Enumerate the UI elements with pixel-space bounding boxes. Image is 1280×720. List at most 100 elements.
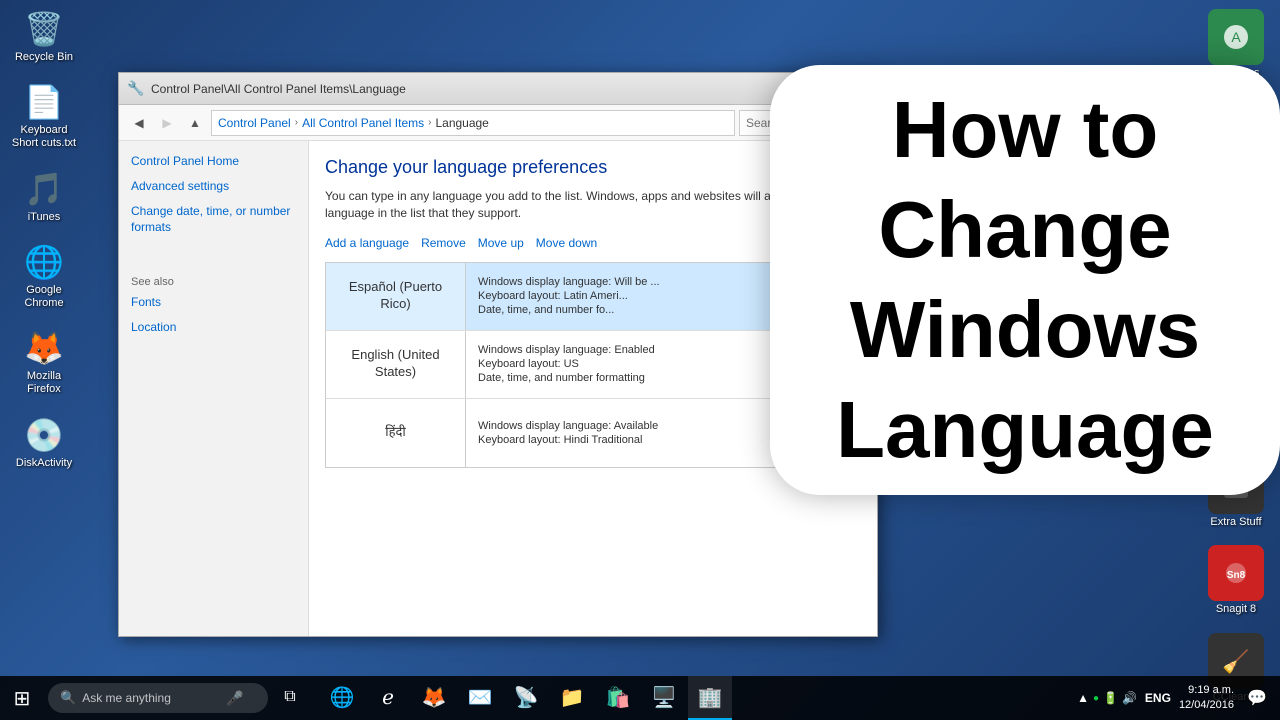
overlay-line-1: How to [872,80,1179,180]
taskbar-right: ▲ ● 🔋 🔊 ENG 9:19 a.m. 12/04/2016 💬 [1077,676,1280,720]
taskbar-pc-button[interactable]: 🖥️ [642,676,686,720]
window-title: Control Panel\All Control Panel Items\La… [151,82,787,96]
taskbar-edge-button[interactable]: 🌐 [320,676,364,720]
lang-name-english: English (United States) [334,347,457,381]
svg-text:A: A [1231,29,1241,45]
speaker-icon: 🔊 [1122,691,1137,705]
taskbar-firefox-button[interactable]: 🦊 [412,676,456,720]
desktop-icon-mozilla-firefox[interactable]: 🦊 MozillaFirefox [4,324,84,400]
taskbar-store-button[interactable]: 🛍️ [596,676,640,720]
overlay-text-box: How to Change Windows Language [770,65,1280,495]
system-tray: ▲ ● 🔋 🔊 [1077,691,1137,705]
lang-name-hindi: हिंदी [385,424,406,441]
desktop-icon-recycle-bin[interactable]: 🗑️ Recycle Bin [4,5,84,68]
start-button[interactable]: ⊞ [0,676,44,720]
taskbar-time: 9:19 a.m. 12/04/2016 [1179,683,1234,714]
extra-stuff-label: Extra Stuff [1210,516,1261,529]
taskview-button[interactable]: ⧉ [268,676,312,720]
firefox-label: MozillaFirefox [27,370,61,396]
desktop-icon-snagit8[interactable]: Sn8 Snagit 8 [1196,541,1276,620]
taskbar-apps: 🌐 ℯ 🦊 ✉️ 📡 📁 🛍️ 🖥️ 🏢 [320,676,732,720]
see-also-label: See also [131,276,296,288]
taskbar-files-button[interactable]: 📁 [550,676,594,720]
desktop-icon-itunes[interactable]: 🎵 iTunes [4,165,84,228]
lang-details-spanish: Windows display language: Will be ... Ke… [466,263,780,330]
clock-date: 12/04/2016 [1179,698,1234,713]
move-up-button[interactable]: Move up [478,236,524,250]
lang-detail-hindi-1: Keyboard layout: Hindi Traditional [478,434,768,446]
snagit-label: Snagit 8 [1216,603,1256,616]
lang-name-col-english: English (United States) [326,331,466,398]
itunes-icon: 🎵 [24,169,64,209]
forward-button[interactable]: ▶ [155,111,179,135]
taskbar-search-box[interactable]: 🔍 🎤 [48,683,268,713]
sidebar-home-link[interactable]: Control Panel Home [131,153,296,170]
microphone-icon: 🎤 [226,690,243,707]
content-area: Control Panel Home Advanced settings Cha… [119,141,877,636]
taskbar-active-button[interactable]: 🏢 [688,676,732,720]
disk-activity-label: DiskActivity [16,457,72,470]
search-icon: 🔍 [60,690,76,706]
firefox-icon: 🦊 [24,328,64,368]
chrome-label: GoogleChrome [24,284,63,310]
chevron-up-icon[interactable]: ▲ [1077,691,1089,705]
chrome-icon: 🌐 [24,242,64,282]
lang-name-spanish: Español (Puerto Rico) [334,279,457,313]
keyboard-shortcuts-label: KeyboardShort cuts.txt [12,124,76,150]
lang-details-english: Windows display language: Enabled Keyboa… [466,331,780,398]
svg-text:Sn8: Sn8 [1227,570,1246,581]
up-button[interactable]: ▲ [183,111,207,135]
overlay-line-3: Windows [830,280,1220,380]
add-language-button[interactable]: Add a language [325,236,409,250]
clock-time: 9:19 a.m. [1179,683,1234,698]
overlay-line-2: Change [858,180,1191,280]
desktop: 🗑️ Recycle Bin 📄 KeyboardShort cuts.txt … [0,0,1280,720]
sidebar-location-link[interactable]: Location [131,319,296,336]
desktop-icon-keyboard-shortcuts[interactable]: 📄 KeyboardShort cuts.txt [4,78,84,154]
lang-details-hindi: Windows display language: Available Keyb… [466,399,780,467]
breadcrumb-all-items[interactable]: All Control Panel Items [302,116,424,130]
lang-name-col-hindi: हिंदी [326,399,466,467]
overlay-line-4: Language [816,380,1234,480]
network-status-dot: ● [1093,693,1099,704]
remove-language-button[interactable]: Remove [421,236,466,250]
recycle-bin-label: Recycle Bin [15,51,73,64]
desktop-icon-google-chrome[interactable]: 🌐 GoogleChrome [4,238,84,314]
desktop-icon-disk-activity[interactable]: 💿 DiskActivity [4,411,84,474]
navigation-bar: ◀ ▶ ▲ Control Panel › All Control Panel … [119,105,877,141]
window-titlebar: 🔧 Control Panel\All Control Panel Items\… [119,73,877,105]
control-panel-window: 🔧 Control Panel\All Control Panel Items\… [118,72,878,637]
keyboard-shortcuts-icon: 📄 [24,82,64,122]
auslogics1-icon: A [1208,9,1264,65]
itunes-label: iTunes [28,211,61,224]
lang-detail-hindi-0: Windows display language: Available [478,420,768,432]
lang-name-col-spanish: Español (Puerto Rico) [326,263,466,330]
sidebar-advanced-settings-link[interactable]: Advanced settings [131,178,296,195]
breadcrumb-language: Language [435,116,488,130]
sidebar: Control Panel Home Advanced settings Cha… [119,141,309,636]
notification-button[interactable]: 💬 [1242,676,1272,720]
lang-detail-spanish-2: Date, time, and number fo... [478,304,768,316]
language-indicator[interactable]: ENG [1145,691,1171,705]
breadcrumb-control-panel[interactable]: Control Panel [218,116,291,130]
sidebar-date-time-link[interactable]: Change date, time, or number formats [131,203,296,237]
taskbar-ie-button[interactable]: ℯ [366,676,410,720]
lang-detail-spanish-0: Windows display language: Will be ... [478,276,768,288]
taskbar-messenger-button[interactable]: ✉️ [458,676,502,720]
window-icon: 🔧 [127,80,145,98]
disk-activity-icon: 💿 [24,415,64,455]
desktop-icons-left: 🗑️ Recycle Bin 📄 KeyboardShort cuts.txt … [0,0,88,474]
lang-detail-spanish-1: Keyboard layout: Latin Ameri... [478,290,768,302]
back-button[interactable]: ◀ [127,111,151,135]
lang-detail-english-1: Keyboard layout: US [478,358,768,370]
move-down-button[interactable]: Move down [536,236,597,250]
taskbar-search-input[interactable] [82,691,222,705]
breadcrumb: Control Panel › All Control Panel Items … [211,110,735,136]
svg-text:🧹: 🧹 [1222,649,1249,674]
battery-icon: 🔋 [1103,691,1118,705]
lang-detail-english-0: Windows display language: Enabled [478,344,768,356]
recycle-bin-icon: 🗑️ [24,9,64,49]
sidebar-fonts-link[interactable]: Fonts [131,294,296,311]
taskbar-network-button[interactable]: 📡 [504,676,548,720]
lang-detail-english-2: Date, time, and number formatting [478,372,768,384]
